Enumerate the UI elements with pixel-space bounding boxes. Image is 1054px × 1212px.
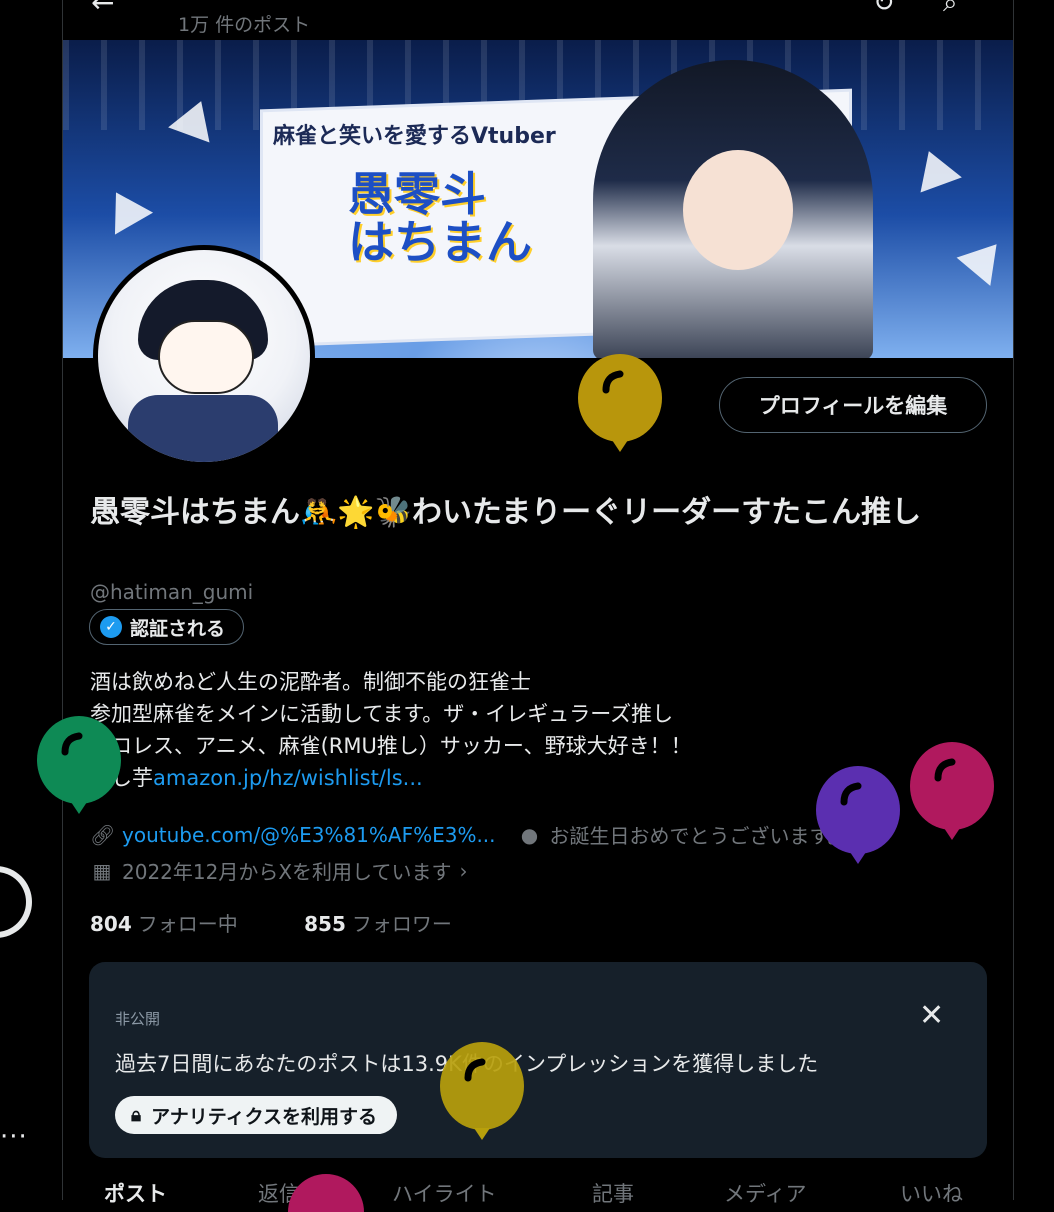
post-count: 1万 件のポスト [178, 14, 311, 36]
banner-triangle [908, 143, 962, 193]
followers-stat[interactable]: 855 フォロワー [304, 912, 452, 936]
banner-logo-line1: 愚零斗 [348, 167, 486, 221]
followers-count: 855 [304, 912, 346, 936]
joined-row[interactable]: ▦ 2022年12月からXを利用しています › [90, 856, 468, 885]
follow-stats: 804 フォロー中 855 フォロワー [90, 908, 482, 937]
balloon-icon [816, 766, 900, 864]
bio-line: 干し芋amazon.jp/hz/wishlist/ls... [90, 762, 692, 794]
bio-line: 参加型麻雀をメインに活動してます。ザ・イレギュラーズ推し [90, 702, 674, 726]
display-name: 愚零斗はちまん🤼🌟🐝わいたまりーぐリーダーすたこん推し [90, 495, 922, 530]
following-count: 804 [90, 912, 132, 936]
analytics-button[interactable]: 🔒︎ アナリティクスを利用する [115, 1096, 398, 1134]
more-icon[interactable]: ··· [0, 1122, 28, 1152]
balloon-icon: ● [520, 822, 539, 847]
verify-label: 認証される [130, 617, 226, 640]
bio-line: プロレス、アニメ、麻雀(RMU推し）サッカー、野球大好き！！ [90, 734, 692, 758]
followers-label: フォロワー [351, 912, 452, 936]
calendar-icon: ▦ [92, 858, 112, 883]
analytics-button-label: アナリティクスを利用する [151, 1105, 378, 1128]
avatar-body [128, 395, 278, 462]
bio: 酒は飲めねど人生の泥酔者。制御不能の狂雀士 参加型麻雀をメインに活動してます。ザ… [90, 666, 692, 794]
avatar-face [158, 320, 254, 394]
search-icon[interactable]: ⌕ [943, 0, 958, 19]
back-arrow-icon[interactable]: ← [91, 0, 114, 19]
birthday-text: お誕生日おめでとうございます。 [549, 824, 848, 848]
banner-triangle [956, 230, 1013, 286]
profile-tabs: ポスト 返信 ハイライト 記事 メディア いいね [62, 1178, 1012, 1208]
tab-likes[interactable]: いいね [900, 1178, 963, 1208]
tab-highlights[interactable]: ハイライト [392, 1178, 497, 1208]
handle: @hatiman_gumi [90, 580, 254, 604]
link-icon: 🔗︎ [90, 822, 116, 847]
close-icon[interactable]: ✕ [919, 998, 944, 1033]
private-label: 非公開 [115, 1010, 161, 1028]
banner-logo: 愚零斗 はちまん [348, 170, 532, 267]
avatar-image [98, 250, 310, 462]
wishlist-link[interactable]: amazon.jp/hz/wishlist/ls... [153, 766, 423, 790]
balloon-icon [578, 354, 662, 452]
following-label: フォロー中 [137, 912, 238, 936]
tab-articles[interactable]: 記事 [592, 1178, 634, 1208]
edit-profile-button[interactable]: プロフィールを編集 [719, 377, 987, 433]
banner-tagline: 麻雀と笑いを愛するVtuber [273, 124, 556, 149]
analytics-card: 非公開 ✕ 過去7日間にあなたのポストは13.9K件のインプレッションを獲得しま… [89, 962, 987, 1158]
tab-posts[interactable]: ポスト [104, 1178, 167, 1208]
balloon-icon [37, 716, 121, 814]
website-link[interactable]: youtube.com/@%E3%81%AF%E3%... [122, 823, 496, 847]
banner-character-face [683, 150, 793, 270]
balloon-icon [288, 1174, 364, 1212]
avatar[interactable] [93, 245, 315, 467]
verified-badge-icon: ✓ [100, 616, 122, 638]
lock-icon: 🔒︎ [131, 1104, 142, 1126]
chevron-right-icon: › [459, 858, 468, 883]
banner-triangle [96, 181, 154, 235]
refresh-icon[interactable]: ↻ [873, 0, 895, 18]
profile-meta-row: 🔗︎ youtube.com/@%E3%81%AF%E3%... ● お誕生日お… [90, 820, 848, 849]
verify-button[interactable]: ✓ 認証される [89, 609, 245, 645]
bio-line: 酒は飲めねど人生の泥酔者。制御不能の狂雀士 [90, 670, 531, 694]
banner-logo-line2: はちまん [348, 215, 532, 270]
balloon-icon [910, 742, 994, 840]
top-bar: ← 1万 件のポスト ↻ ⌕ [63, 0, 1013, 40]
tab-media[interactable]: メディア [724, 1178, 807, 1208]
following-stat[interactable]: 804 フォロー中 [90, 912, 238, 936]
balloon-icon [440, 1042, 524, 1140]
joined-date: 2022年12月からXを利用しています [122, 860, 452, 884]
